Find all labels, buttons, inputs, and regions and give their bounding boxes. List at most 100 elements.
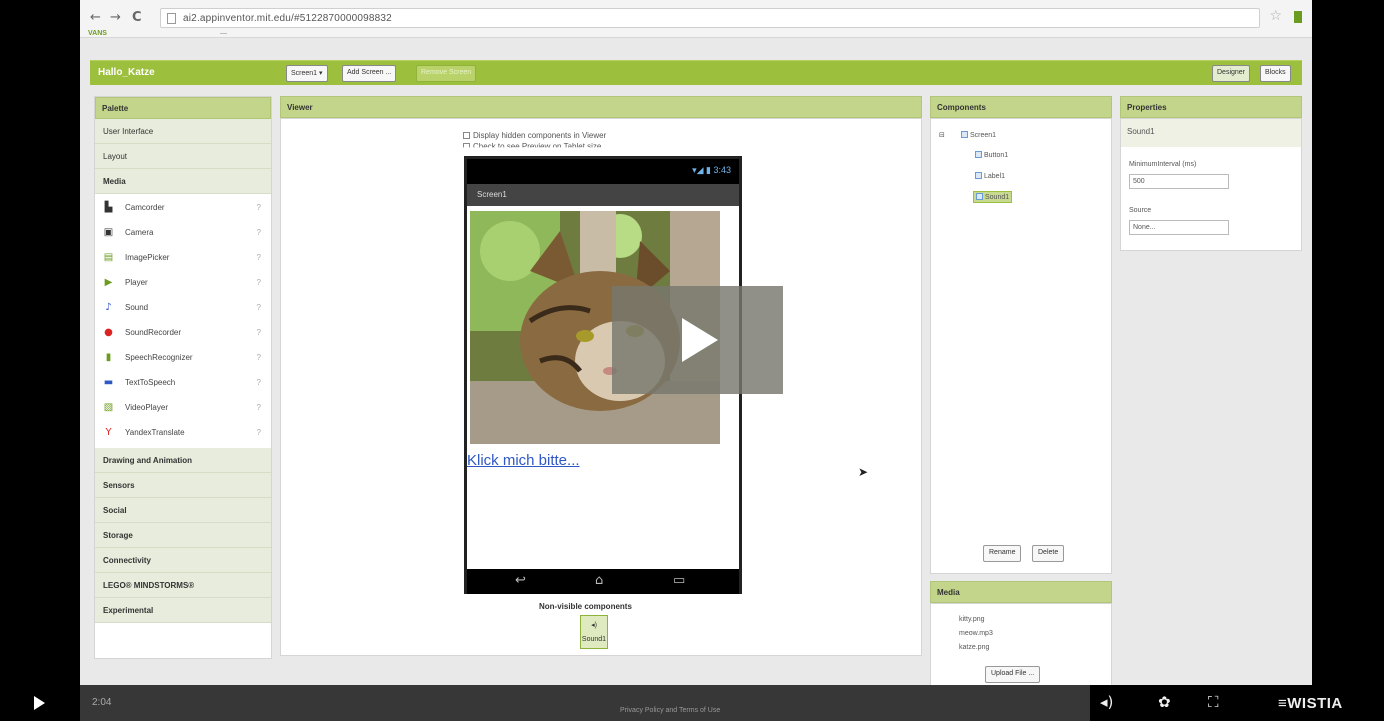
palette-item[interactable]: Y YandexTranslate? xyxy=(95,421,271,446)
video-player-bar: 2:04 Privacy Policy and Terms of Use ◂) … xyxy=(0,685,1384,721)
palette-item[interactable]: ▮ SpeechRecognizer? xyxy=(95,346,271,371)
app-toolbar: Hallo_Katze Screen1 ▾ Add Screen ... Rem… xyxy=(90,60,1302,85)
tree-item-screen1[interactable]: Screen1 xyxy=(961,131,996,139)
palette-item[interactable]: ♪ Sound? xyxy=(95,296,271,321)
palette-item-label: SoundRecorder xyxy=(125,328,182,337)
palette-item[interactable]: ▧ VideoPlayer? xyxy=(95,396,271,421)
palette-item[interactable]: ▶ Player? xyxy=(95,271,271,296)
palette-category[interactable]: Social xyxy=(95,498,271,523)
palette-item[interactable]: ▣ Camera? xyxy=(95,221,271,246)
palette-category[interactable]: Connectivity xyxy=(95,548,271,573)
delete-button[interactable]: Delete xyxy=(1032,545,1065,562)
help-icon[interactable]: ? xyxy=(257,228,261,237)
palette-category[interactable]: Sensors xyxy=(95,473,271,498)
palette-category[interactable]: LEGO® MINDSTORMS® xyxy=(95,573,271,598)
fullscreen-icon[interactable]: ⛶ xyxy=(1208,693,1219,711)
palette-item-label: YandexTranslate xyxy=(125,428,185,437)
palette-category[interactable]: User Interface xyxy=(95,119,271,144)
tree-item-label1[interactable]: Label1 xyxy=(975,172,1005,180)
url-bar[interactable]: ai2.appinventor.mit.edu/#512287000009883… xyxy=(160,8,1260,28)
wistia-logo[interactable]: ≡WISTIA xyxy=(1278,695,1343,712)
blocks-button[interactable]: Blocks xyxy=(1260,65,1291,82)
tree-item-label: Button1 xyxy=(984,152,1009,159)
video-player-icon: ▧ xyxy=(103,402,114,413)
palette-category[interactable]: Media xyxy=(95,169,271,194)
player-icon: ▶ xyxy=(104,277,113,288)
yandex-translate-icon: Y xyxy=(105,427,112,438)
nav-recent-icon: ▭ xyxy=(673,573,686,588)
palette-category[interactable]: Storage xyxy=(95,523,271,548)
extension-icon[interactable] xyxy=(1294,11,1302,23)
tree-item-button1[interactable]: Button1 xyxy=(975,151,1008,159)
url-text: ai2.appinventor.mit.edu/#512287000009883… xyxy=(183,13,392,24)
min-interval-label: MinimumInterval (ms) xyxy=(1129,161,1197,168)
phone-status-bar: ▾◢ ▮ 3:43 xyxy=(467,159,739,184)
media-file[interactable]: meow.mp3 xyxy=(959,630,993,637)
camera-icon: ▣ xyxy=(103,227,114,238)
media-file[interactable]: kitty.png xyxy=(959,616,985,623)
add-screen-button[interactable]: Add Screen ... xyxy=(342,65,397,82)
palette-title: Palette xyxy=(95,97,271,119)
volume-icon[interactable]: ◂) xyxy=(1100,693,1113,711)
privacy-link[interactable]: Privacy Policy and Terms of Use xyxy=(620,707,720,714)
media-title: Media xyxy=(930,581,1112,603)
help-icon[interactable]: ? xyxy=(257,253,261,262)
video-play-button[interactable] xyxy=(0,685,80,721)
nonvisible-sound-item[interactable]: ◂) Sound1 xyxy=(580,615,608,649)
help-icon[interactable]: ? xyxy=(257,378,261,387)
bookmark-item[interactable]: — xyxy=(220,30,227,37)
settings-icon[interactable]: ✿ xyxy=(1158,693,1171,711)
play-icon xyxy=(682,318,718,362)
designer-button[interactable]: Designer xyxy=(1212,65,1251,82)
palette-item[interactable]: ▙ Camcorder? xyxy=(95,196,271,221)
hidden-components-checkbox[interactable]: Display hidden components in Viewer xyxy=(463,131,606,140)
media-panel: kitty.png meow.mp3 katze.png Upload File… xyxy=(930,603,1112,685)
sound-recorder-icon: ● xyxy=(104,327,113,338)
hidden-components-label: Display hidden components in Viewer xyxy=(473,131,607,140)
palette-category[interactable]: Experimental xyxy=(95,598,271,623)
klick-button[interactable]: Klick mich bitte... xyxy=(467,452,580,469)
viewer-panel: Display hidden components in Viewer Chec… xyxy=(280,118,922,656)
help-icon[interactable]: ? xyxy=(257,203,261,212)
rename-button[interactable]: Rename xyxy=(983,545,1022,562)
forward-icon[interactable]: → xyxy=(110,10,121,25)
help-icon[interactable]: ? xyxy=(257,278,261,287)
sound-icon: ♪ xyxy=(105,302,112,313)
mouse-cursor-icon: ➤ xyxy=(858,465,869,479)
help-icon[interactable]: ? xyxy=(257,428,261,437)
bookmark-star-icon[interactable]: ☆ xyxy=(1269,8,1282,24)
screen-select-button[interactable]: Screen1 ▾ xyxy=(286,65,328,82)
video-time: 2:04 xyxy=(92,697,112,708)
viewer-title: Viewer xyxy=(280,96,922,118)
palette-item[interactable]: ▬ TextToSpeech? xyxy=(95,371,271,396)
remove-screen-button[interactable]: Remove Screen xyxy=(416,65,477,82)
phone-screen-title: Screen1 xyxy=(467,184,739,206)
palette-item[interactable]: ▤ ImagePicker? xyxy=(95,246,271,271)
back-icon[interactable]: ← xyxy=(90,10,101,25)
tree-collapse-icon[interactable]: ⊟ xyxy=(939,131,945,139)
tree-item-sound1[interactable]: Sound1 xyxy=(973,191,1013,203)
help-icon[interactable]: ? xyxy=(257,403,261,412)
reload-icon[interactable]: C xyxy=(132,10,142,25)
source-input[interactable]: None... xyxy=(1129,220,1229,235)
help-icon[interactable]: ? xyxy=(257,328,261,337)
help-icon[interactable]: ? xyxy=(257,353,261,362)
page-icon xyxy=(167,13,176,24)
sound-icon: ◂) xyxy=(591,622,597,629)
min-interval-input[interactable]: 500 xyxy=(1129,174,1229,189)
palette-item[interactable]: ● SoundRecorder? xyxy=(95,321,271,346)
palette-item-label: Camera xyxy=(125,228,154,237)
help-icon[interactable]: ? xyxy=(257,303,261,312)
properties-panel: Sound1 MinimumInterval (ms) 500 Source N… xyxy=(1120,118,1302,251)
source-label: Source xyxy=(1129,207,1152,214)
video-play-overlay[interactable] xyxy=(612,286,783,394)
tablet-preview-checkbox[interactable]: Check to see Preview on Tablet size. xyxy=(463,142,604,148)
nav-home-icon: ⌂ xyxy=(595,573,604,588)
bookmark-item[interactable]: VANS xyxy=(88,30,107,37)
speech-recognizer-icon: ▮ xyxy=(105,352,112,363)
upload-file-button[interactable]: Upload File ... xyxy=(985,666,1041,683)
palette-category[interactable]: Drawing and Animation xyxy=(95,448,271,473)
media-file[interactable]: katze.png xyxy=(959,644,989,651)
palette-category[interactable]: Layout xyxy=(95,144,271,169)
palette-item-label: Sound xyxy=(125,303,149,312)
